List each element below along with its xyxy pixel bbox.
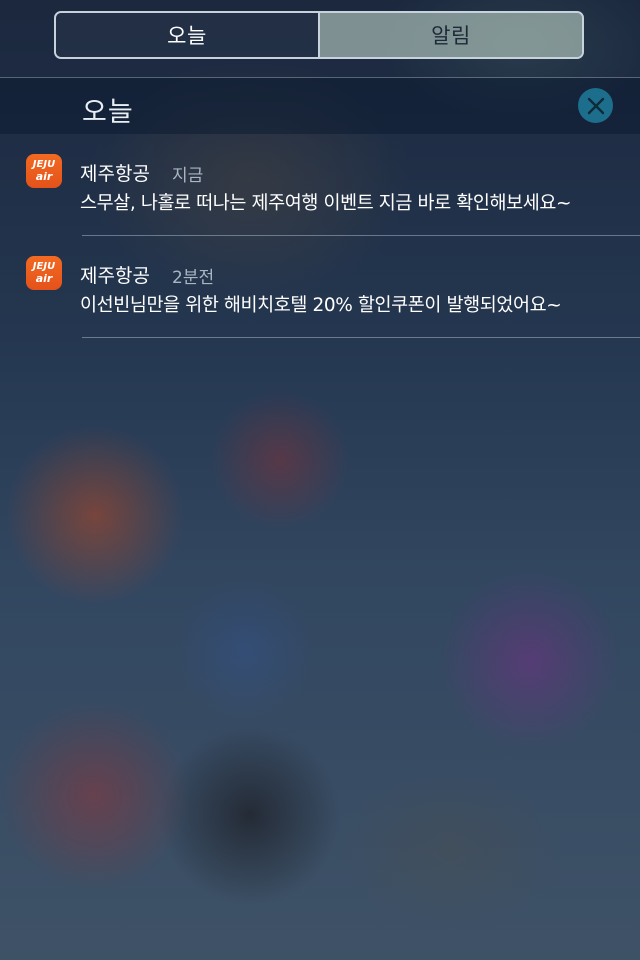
section-title: 오늘 (82, 97, 134, 128)
notification-time: 지금 (172, 166, 204, 186)
segmented-control: 오늘 알림 (54, 11, 584, 59)
app-icon-text: JEJU (32, 159, 56, 170)
notification-message: 이선빈님만을 위한 해비치호텔 20% 할인쿠폰이 발행되었어요~ (80, 295, 562, 316)
app-icon-text: JEJU (32, 261, 56, 272)
notification-divider (82, 235, 640, 236)
notification-divider (82, 337, 640, 338)
jeju-air-app-icon: JEJU air (26, 154, 62, 188)
tab-notifications[interactable]: 알림 (318, 13, 582, 57)
notification-app-name: 제주항공 (80, 163, 150, 185)
app-icon-text: air (35, 170, 53, 183)
app-icon-text: air (35, 272, 53, 285)
jeju-air-app-icon: JEJU air (26, 256, 62, 290)
tab-today[interactable]: 오늘 (56, 13, 318, 57)
notification-message: 스무살, 나홀로 떠나는 제주여행 이벤트 지금 바로 확인해보세요~ (80, 193, 572, 214)
notification-item[interactable]: JEJU air 제주항공 지금 스무살, 나홀로 떠나는 제주여행 이벤트 지… (0, 150, 640, 238)
wallpaper-overlay (0, 0, 640, 960)
section-header: 오늘 (0, 78, 640, 134)
notification-app-name: 제주항공 (80, 265, 150, 287)
notification-time: 2분전 (172, 268, 215, 288)
clear-button[interactable] (578, 88, 613, 123)
notification-item[interactable]: JEJU air 제주항공 2분전 이선빈님만을 위한 해비치호텔 20% 할인… (0, 252, 640, 340)
close-icon (587, 97, 604, 114)
